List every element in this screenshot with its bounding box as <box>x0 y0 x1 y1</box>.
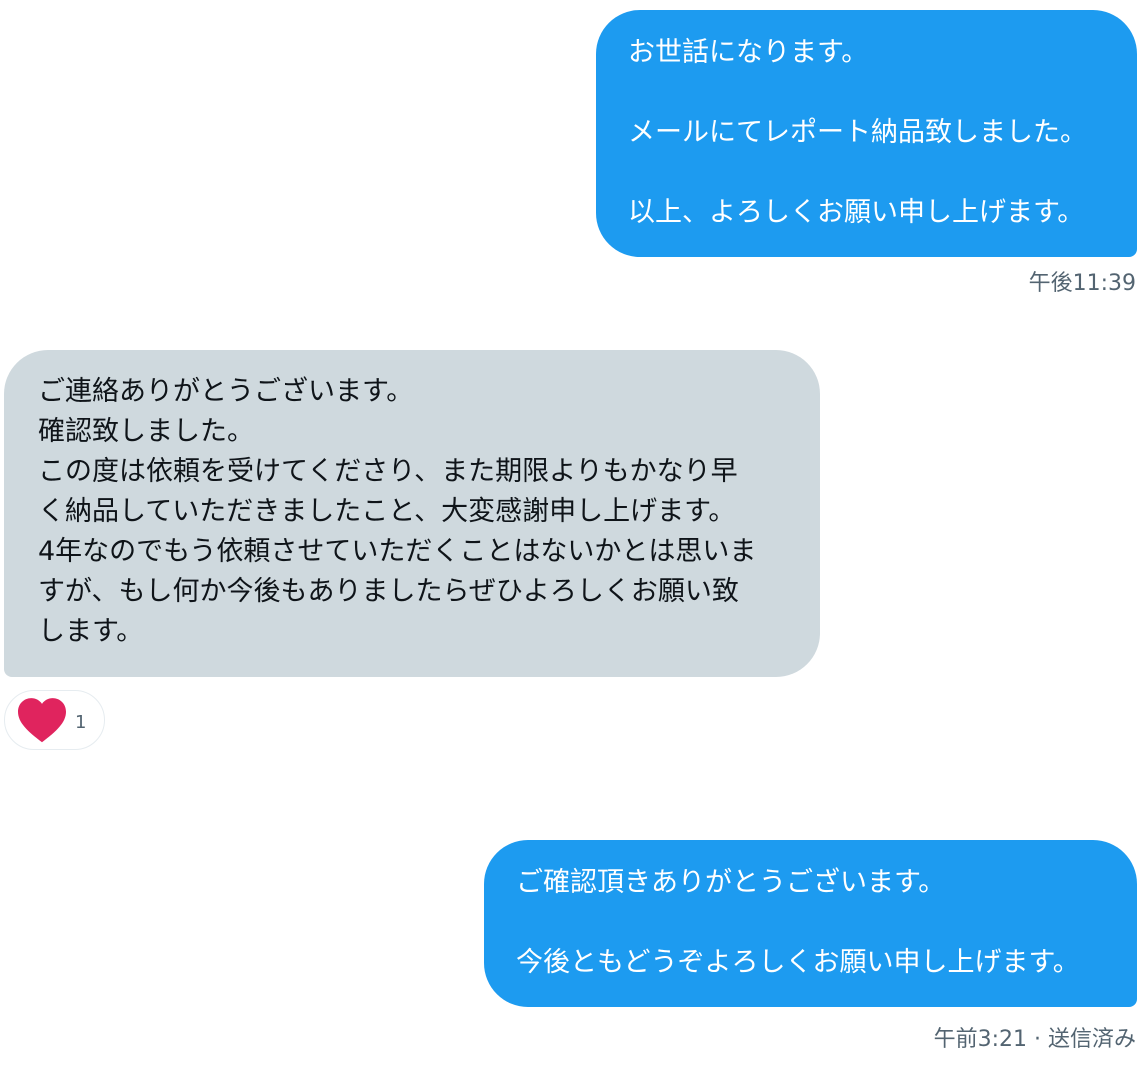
message-timestamp: 午後11:39 <box>1028 271 1136 296</box>
sent-message-bubble[interactable]: ご確認頂きありがとうございます。 今後ともどうぞよろしくお願い申し上げます。 <box>484 840 1137 1007</box>
received-message-bubble[interactable]: ご連絡ありがとうございます。 確認致しました。 この度は依頼を受けてくださり、ま… <box>4 350 820 677</box>
sent-message-bubble[interactable]: お世話になります。 メールにてレポート納品致しました。 以上、よろしくお願い申し… <box>596 10 1137 257</box>
reaction-count: 1 <box>75 711 87 733</box>
reaction-badge[interactable]: 1 <box>4 690 105 750</box>
heart-icon <box>18 698 66 743</box>
message-status: 午前3:21 · 送信済み <box>933 1027 1136 1052</box>
